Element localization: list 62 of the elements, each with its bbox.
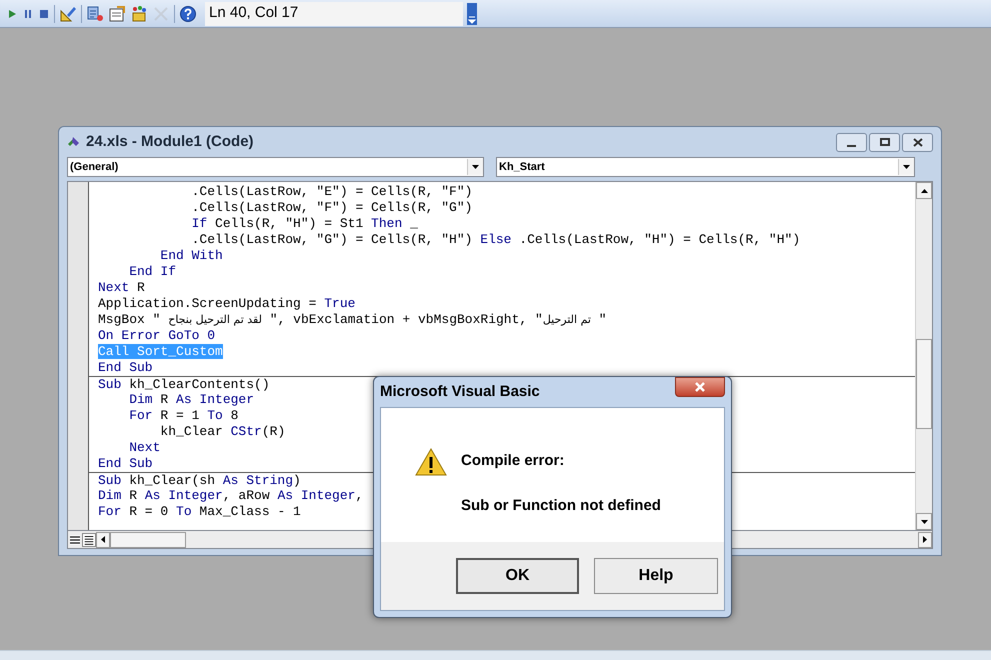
close-icon xyxy=(912,138,922,146)
ruler-pencil-icon[interactable] xyxy=(59,4,77,22)
dropdown-arrow-button[interactable] xyxy=(898,159,914,175)
scroll-down-button[interactable] xyxy=(916,513,932,530)
caret-icon xyxy=(472,165,479,169)
code-line: .Cells(LastRow, "G") = Cells(R, "H") Else .Cells(LastRow, "H") = Cells(R, "H") xyxy=(190,232,800,247)
down-arrow-icon xyxy=(920,520,928,524)
pause-icon[interactable] xyxy=(22,8,34,20)
scroll-left-button[interactable] xyxy=(96,532,110,548)
stop-icon[interactable] xyxy=(38,8,50,20)
code-line: Next R xyxy=(98,280,145,295)
window-title: 24.xls - Module1 (Code) xyxy=(86,132,254,152)
help-icon[interactable] xyxy=(179,4,197,22)
scroll-up-button[interactable] xyxy=(916,182,932,199)
scrollbar-thumb[interactable] xyxy=(916,339,932,429)
code-line: End Sub xyxy=(98,456,153,471)
close-icon xyxy=(694,382,706,392)
dialog-title: Microsoft Visual Basic xyxy=(380,382,540,402)
module-icon xyxy=(67,135,81,149)
cursor-position-field: Ln 40, Col 17 xyxy=(205,2,463,26)
properties-icon[interactable] xyxy=(108,4,126,22)
close-button[interactable] xyxy=(902,132,933,152)
horizontal-scrollbar[interactable] xyxy=(96,531,932,548)
object-dropdown[interactable]: (General) xyxy=(67,157,484,177)
code-line: End If xyxy=(128,264,176,279)
caret-icon xyxy=(903,165,910,169)
up-arrow-icon xyxy=(920,188,928,192)
code-line: Dim R As Integer xyxy=(128,392,254,407)
close-button[interactable] xyxy=(675,377,725,397)
right-arrow-icon xyxy=(923,536,927,543)
code-line: kh_Clear CStr(R) xyxy=(159,424,286,439)
vertical-scrollbar[interactable] xyxy=(915,182,932,530)
code-line: For R = 1 To 8 xyxy=(128,408,238,423)
code-line: If Cells(R, "H") = St1 Then _ xyxy=(190,216,418,231)
left-arrow-icon xyxy=(101,536,105,543)
code-line: End Sub xyxy=(98,360,153,375)
code-line: For R = 0 To Max_Class - 1 xyxy=(98,504,301,519)
code-line: End With xyxy=(159,248,223,263)
code-line: Dim R As Integer, aRow As Integer, xyxy=(98,488,364,503)
code-line: Next xyxy=(128,440,160,455)
code-line: Sub kh_Clear(sh As String) xyxy=(98,473,301,488)
minimize-button[interactable] xyxy=(836,132,867,152)
dropdown-arrow-button[interactable] xyxy=(467,159,483,175)
dialog-button[interactable]: OK xyxy=(456,558,579,594)
warning-icon xyxy=(415,448,447,476)
code-line: .Cells(LastRow, "F") = Cells(R, "G") xyxy=(190,200,472,215)
toolbar-options-icon[interactable] xyxy=(467,2,477,24)
module-view-icon[interactable] xyxy=(82,532,96,546)
scroll-right-button[interactable] xyxy=(918,532,932,548)
error-message: Sub or Function not defined xyxy=(461,496,661,516)
dialog-button[interactable]: Help xyxy=(594,558,718,594)
error-heading: Compile error: xyxy=(461,451,566,471)
code-line: Sub kh_ClearContents() xyxy=(98,377,270,392)
code-line: .Cells(LastRow, "E") = Cells(R, "F") xyxy=(190,184,472,199)
scrollbar-thumb[interactable] xyxy=(110,532,186,548)
maximize-button[interactable] xyxy=(869,132,900,152)
procedure-dropdown[interactable]: Kh_Start xyxy=(496,157,915,177)
run-icon[interactable] xyxy=(6,8,18,20)
code-line: On Error GoTo 0 xyxy=(98,328,216,343)
boxes-icon[interactable] xyxy=(130,4,148,22)
code-line: Application.ScreenUpdating = True xyxy=(98,296,356,311)
document-list-icon[interactable] xyxy=(86,4,104,22)
